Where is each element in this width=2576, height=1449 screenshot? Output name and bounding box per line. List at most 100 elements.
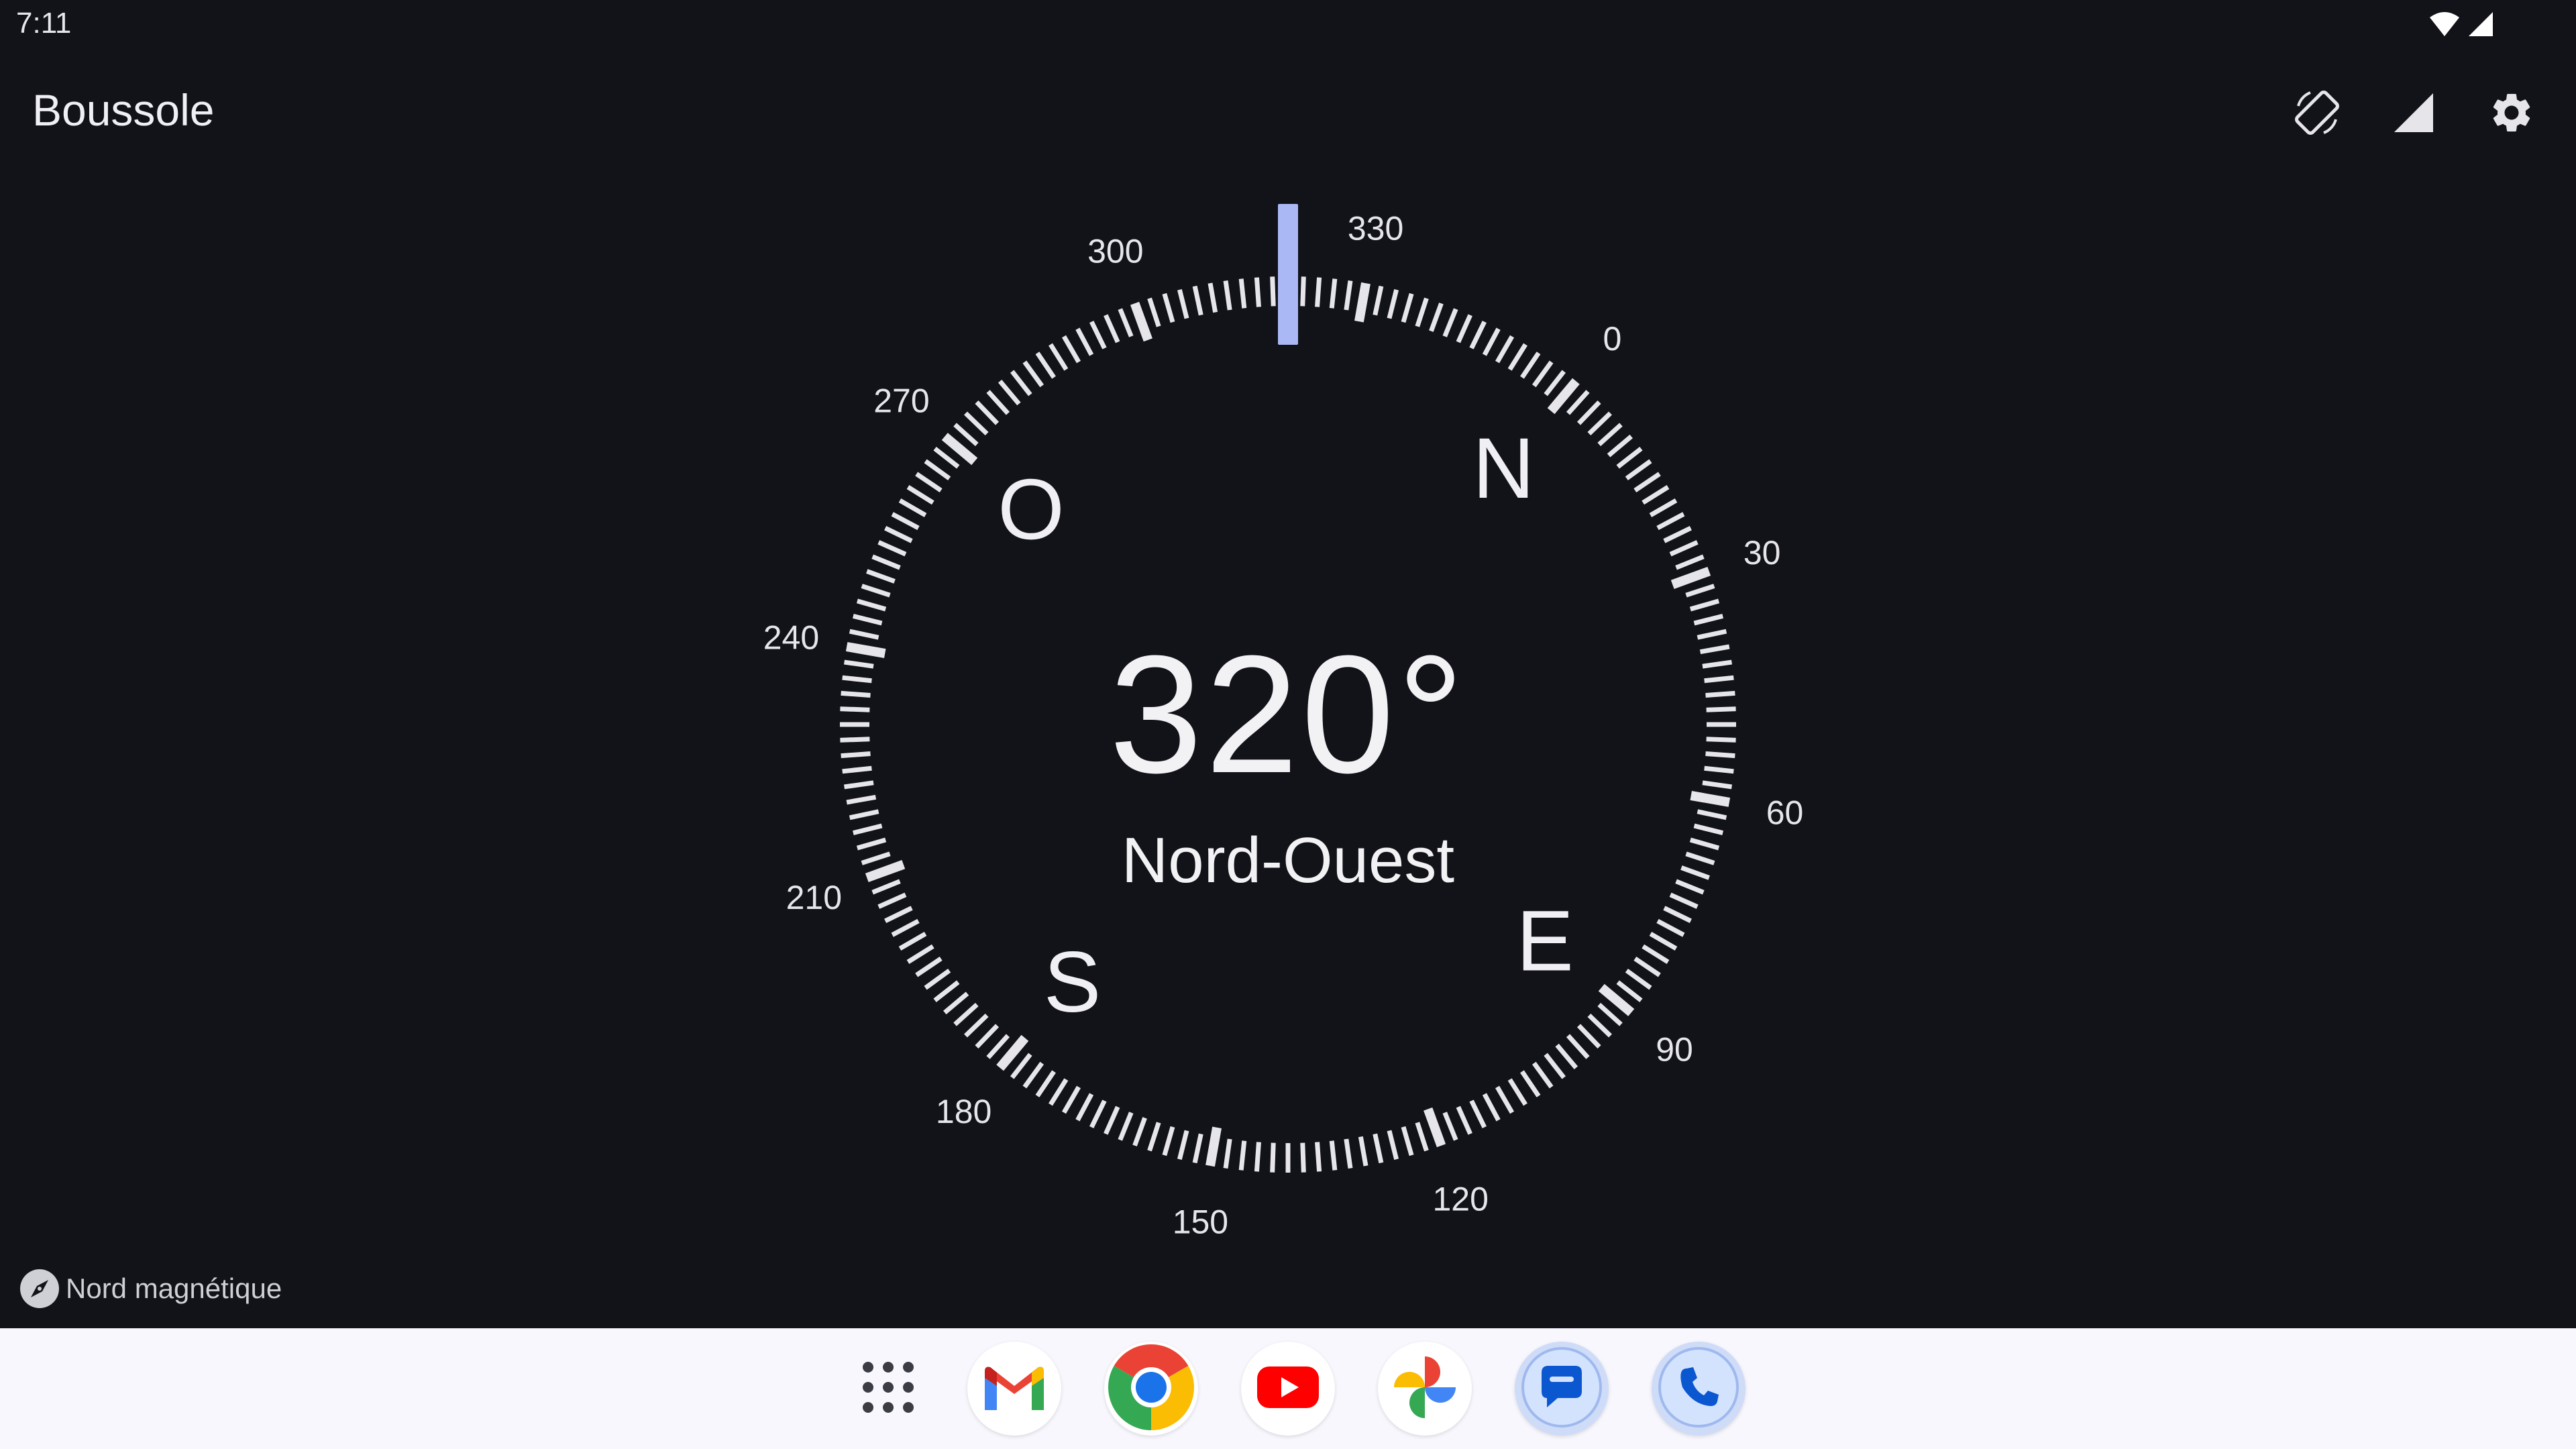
- minor-tick: [1693, 614, 1724, 626]
- minor-tick: [1675, 554, 1705, 570]
- youtube-app[interactable]: [1241, 1342, 1335, 1436]
- minor-tick: [1693, 823, 1724, 835]
- minor-tick: [975, 1024, 1000, 1049]
- minor-tick: [1685, 851, 1715, 865]
- minor-tick: [924, 459, 951, 481]
- minor-tick: [866, 569, 896, 584]
- minor-tick: [891, 918, 920, 937]
- minor-tick: [1344, 280, 1353, 311]
- minor-tick: [856, 837, 887, 851]
- minor-tick: [1675, 879, 1705, 895]
- minor-tick: [943, 991, 969, 1015]
- minor-tick: [1442, 308, 1458, 337]
- degree-label-270: 270: [873, 382, 929, 420]
- minor-tick: [1401, 1126, 1414, 1157]
- minor-tick: [1401, 292, 1414, 323]
- minor-tick: [1544, 370, 1566, 396]
- heading-indicator: [1278, 204, 1298, 345]
- minor-tick: [1300, 276, 1306, 307]
- messages-icon: [1520, 1346, 1603, 1432]
- minor-tick: [1373, 285, 1384, 316]
- minor-tick: [1469, 321, 1487, 350]
- minor-tick: [1022, 1061, 1044, 1089]
- minor-tick: [1597, 1002, 1623, 1026]
- minor-tick: [861, 584, 891, 598]
- minor-tick: [1010, 370, 1032, 396]
- app-drawer-icon: [860, 1359, 916, 1419]
- minor-tick: [1699, 644, 1730, 655]
- minor-tick: [1633, 472, 1661, 492]
- minor-tick: [1147, 297, 1161, 327]
- minor-tick: [1566, 390, 1590, 415]
- minor-tick: [1075, 1093, 1094, 1122]
- minor-tick: [1642, 485, 1670, 505]
- magnetic-north-toggle[interactable]: Nord magnétique: [19, 1265, 282, 1312]
- minor-tick: [1616, 446, 1643, 469]
- gmail-icon: [982, 1363, 1046, 1415]
- major-tick: [1130, 301, 1152, 342]
- screen: 7:11 Boussole 0 30 60 90 120 150 180 210…: [0, 0, 2576, 1449]
- minor-tick: [1387, 288, 1399, 319]
- degree-label-90: 90: [1656, 1030, 1693, 1068]
- minor-tick: [1587, 1013, 1612, 1038]
- minor-tick: [1049, 1078, 1069, 1106]
- magnetic-north-label: Nord magnétique: [66, 1273, 282, 1304]
- minor-tick: [1520, 352, 1541, 379]
- minor-tick: [1495, 1085, 1515, 1114]
- minor-tick: [1254, 277, 1261, 307]
- minor-tick: [1315, 277, 1322, 307]
- cardinal-north: N: [1472, 421, 1534, 517]
- minor-tick: [1022, 360, 1044, 388]
- gmail-app[interactable]: [967, 1342, 1061, 1436]
- minor-tick: [1344, 1138, 1353, 1169]
- minor-tick: [842, 765, 872, 774]
- minor-tick: [1415, 1122, 1429, 1152]
- minor-tick: [1177, 1130, 1189, 1161]
- major-tick: [1670, 566, 1711, 589]
- minor-tick: [1649, 931, 1678, 951]
- minor-tick: [1162, 1126, 1175, 1157]
- minor-tick: [933, 446, 960, 469]
- minor-tick: [1469, 1099, 1487, 1128]
- minor-tick: [1656, 918, 1685, 937]
- minor-tick: [1656, 512, 1685, 531]
- minor-tick: [1162, 292, 1175, 323]
- minor-tick: [1649, 498, 1678, 518]
- photos-app[interactable]: [1378, 1342, 1472, 1436]
- minor-tick: [915, 957, 943, 977]
- minor-tick: [1415, 297, 1429, 327]
- minor-tick: [1625, 968, 1652, 990]
- minor-tick: [1104, 314, 1120, 343]
- minor-tick: [1270, 276, 1276, 307]
- minor-tick: [1147, 1122, 1161, 1152]
- degree-label-60: 60: [1766, 794, 1804, 832]
- major-tick: [1424, 1107, 1446, 1148]
- minor-tick: [844, 659, 874, 669]
- minor-tick: [986, 390, 1010, 415]
- minor-tick: [1697, 629, 1727, 640]
- minor-tick: [1429, 303, 1444, 332]
- minor-tick: [986, 1034, 1010, 1059]
- messages-app[interactable]: [1515, 1342, 1609, 1436]
- minor-tick: [1669, 540, 1699, 557]
- minor-tick: [964, 411, 989, 436]
- minor-tick: [884, 906, 913, 923]
- minor-tick: [1075, 327, 1094, 356]
- chrome-app[interactable]: [1104, 1342, 1198, 1436]
- minor-tick: [1669, 892, 1699, 909]
- minor-tick: [1456, 314, 1472, 343]
- minor-tick: [1387, 1130, 1399, 1161]
- minor-tick: [1705, 690, 1735, 698]
- minor-tick: [1532, 1061, 1554, 1089]
- degree-label-120: 120: [1432, 1181, 1488, 1218]
- phone-app[interactable]: [1652, 1342, 1746, 1436]
- minor-tick: [898, 931, 927, 951]
- minor-tick: [1132, 1117, 1147, 1146]
- cardinal-south: S: [1044, 934, 1101, 1030]
- degree-label-180: 180: [936, 1093, 991, 1130]
- minor-tick: [1089, 1099, 1107, 1128]
- minor-tick: [1544, 1053, 1566, 1079]
- app-drawer-button[interactable]: [841, 1342, 935, 1436]
- degree-label-300: 300: [1087, 232, 1143, 270]
- minor-tick: [849, 629, 879, 640]
